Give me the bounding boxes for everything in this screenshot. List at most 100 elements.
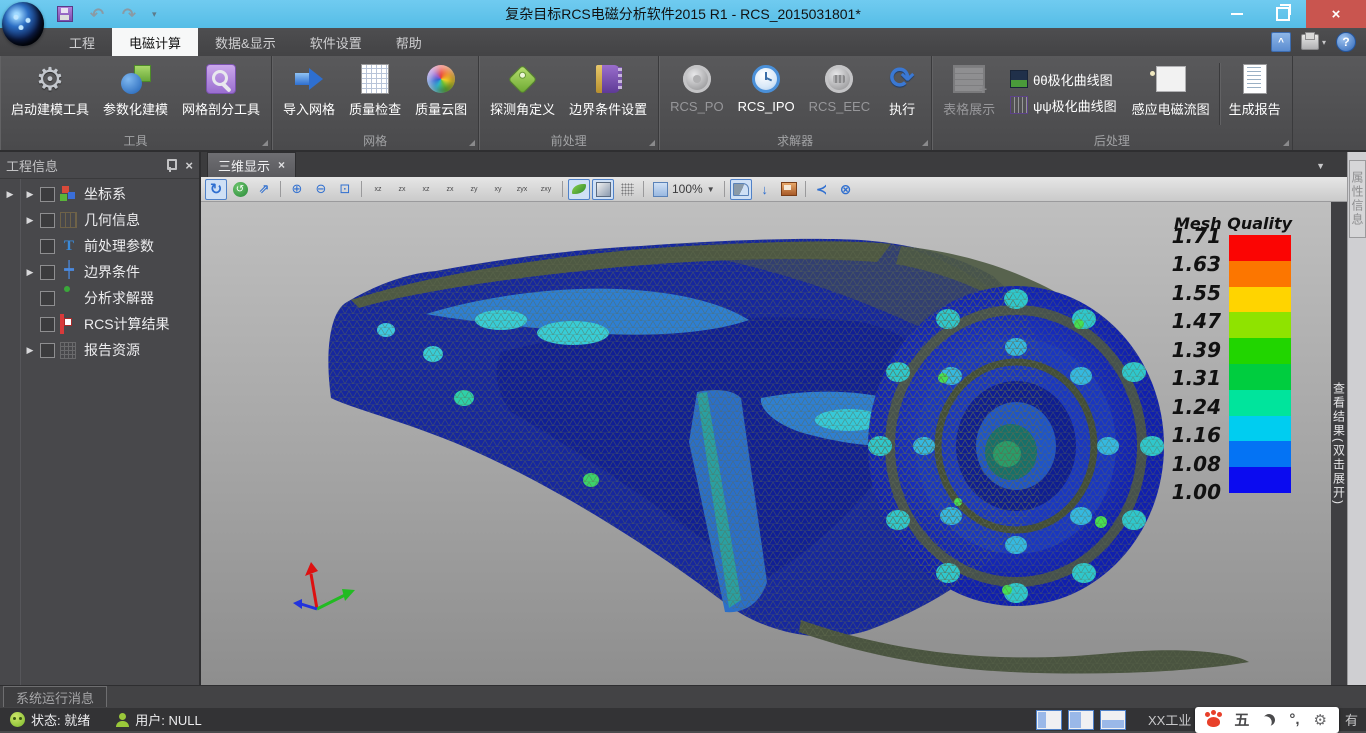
share-button[interactable]: ≺ — [811, 179, 833, 200]
tab-close-icon[interactable]: × — [278, 158, 285, 172]
execute-button[interactable]: ⟳ 执行 — [877, 59, 927, 120]
psi-polar-curve-button[interactable]: ψψ极化曲线图 — [1002, 92, 1125, 118]
view-top-button[interactable]: zy — [463, 179, 485, 200]
clear-view-button[interactable]: ⊗ — [835, 179, 857, 200]
rainbow-sphere-icon — [427, 65, 455, 93]
expander-icon[interactable]: ▶ — [20, 267, 40, 278]
checkbox[interactable] — [40, 317, 55, 332]
tree-item-preprocess-params[interactable]: T 前处理参数 — [0, 233, 199, 259]
tab-system-messages[interactable]: 系统运行消息 — [3, 686, 107, 707]
zoom-out-button[interactable]: ⊖ — [310, 179, 332, 200]
section-view-button[interactable] — [730, 179, 752, 200]
view-left-button[interactable]: xz — [415, 179, 437, 200]
boundary-condition-button[interactable]: 边界条件设置 — [562, 59, 654, 120]
view-back-button[interactable]: zx — [391, 179, 413, 200]
group-expand-icon[interactable] — [262, 140, 268, 146]
view-front-button[interactable]: xz — [367, 179, 389, 200]
style-switch-button[interactable]: ▾ — [1301, 34, 1326, 50]
surface-render-button[interactable] — [592, 179, 614, 200]
app-logo-icon[interactable] — [2, 2, 44, 46]
tree-item-coordinate-system[interactable]: ▶ ▶ 坐标系 — [0, 181, 199, 207]
restore-button[interactable] — [1260, 0, 1306, 28]
parametric-modeling-button[interactable]: 参数化建模 — [96, 59, 175, 120]
rcs-eec-button[interactable]: RCS_EEC — [802, 59, 877, 116]
group-expand-icon[interactable] — [649, 140, 655, 146]
undo-button[interactable]: ↶ — [88, 5, 106, 23]
view-iso1-button[interactable]: zyx — [511, 179, 533, 200]
layout-left-button[interactable] — [1036, 710, 1062, 730]
panel-close-icon[interactable]: × — [185, 158, 193, 173]
qat-dropdown-icon[interactable]: ▾ — [152, 9, 157, 20]
rcs-po-button[interactable]: RCS_PO — [663, 59, 730, 116]
curve-icon — [733, 183, 749, 196]
minimize-button[interactable] — [1214, 0, 1260, 28]
induced-current-map-button[interactable]: 感应电磁流图 — [1125, 59, 1217, 120]
zoom-fit-button[interactable]: ⊡ — [334, 179, 356, 200]
tree-item-boundary-condition[interactable]: ▶ ┿ 边界条件 — [0, 259, 199, 285]
layout-wide-button[interactable] — [1068, 710, 1094, 730]
group-expand-icon[interactable] — [469, 140, 475, 146]
checkbox[interactable] — [40, 265, 55, 280]
generate-report-button[interactable]: 生成报告 — [1222, 59, 1288, 120]
quality-check-button[interactable]: 质量检查 — [342, 59, 408, 120]
tab-project[interactable]: 工程 — [52, 28, 112, 56]
root-expander-icon[interactable]: ▶ — [0, 189, 20, 200]
tab-3d-display[interactable]: 三维显示 × — [207, 152, 296, 177]
tree-item-report-resources[interactable]: ▶ 报告资源 — [0, 337, 199, 363]
pin-icon[interactable] — [163, 158, 177, 172]
tree-item-analysis-solver[interactable]: 分析求解器 — [0, 285, 199, 311]
expander-icon[interactable]: ▶ — [20, 345, 40, 356]
orbit-tool-button[interactable]: ↺ — [229, 179, 251, 200]
import-mesh-button[interactable]: 导入网格 — [276, 59, 342, 120]
layout-bottom-button[interactable] — [1100, 710, 1126, 730]
ime-moon-icon[interactable] — [1261, 711, 1278, 728]
checkbox[interactable] — [40, 291, 55, 306]
ribbon-collapse-button[interactable]: ^ — [1271, 32, 1291, 52]
pan-tool-button[interactable]: ⇗ — [253, 179, 275, 200]
view-right-button[interactable]: zx — [439, 179, 461, 200]
tab-help[interactable]: 帮助 — [379, 28, 439, 56]
checkbox[interactable] — [40, 239, 55, 254]
launch-modeling-tool-button[interactable]: ⚙ 启动建模工具 — [4, 59, 96, 120]
ime-punct-button[interactable]: °, — [1289, 711, 1299, 728]
view-bottom-button[interactable]: xy — [487, 179, 509, 200]
view-iso2-button[interactable]: zxy — [535, 179, 557, 200]
expander-icon[interactable]: ▶ — [20, 215, 40, 226]
tree-item-geometry-info[interactable]: ▶ 几何信息 — [0, 207, 199, 233]
group-expand-icon[interactable] — [1283, 140, 1289, 146]
save-icon — [57, 6, 73, 22]
table-display-button[interactable]: 表格展示 — [936, 59, 1002, 120]
probe-angle-button[interactable]: 探测角定义 — [483, 59, 562, 120]
rotate-tool-button[interactable]: ↻ — [205, 179, 227, 200]
theta-polar-curve-button[interactable]: θθ极化曲线图 — [1002, 66, 1125, 92]
redo-button[interactable]: ↷ — [120, 5, 138, 23]
ime-gear-icon[interactable]: ⚙ — [1314, 711, 1327, 729]
export-view-button[interactable]: ↓ — [754, 179, 776, 200]
shaded-render-button[interactable] — [568, 179, 590, 200]
rcs-ipo-button[interactable]: RCS_IPO — [731, 59, 802, 116]
ime-paw-icon[interactable] — [1207, 717, 1220, 727]
group-expand-icon[interactable] — [922, 140, 928, 146]
tab-software-settings[interactable]: 软件设置 — [293, 28, 379, 56]
tab-overflow-icon[interactable]: ▼ — [1316, 161, 1325, 171]
checkbox[interactable] — [40, 343, 55, 358]
help-button[interactable]: ? — [1336, 32, 1356, 52]
save-button[interactable] — [56, 5, 74, 23]
ime-mode-button[interactable]: 五 — [1234, 709, 1249, 730]
close-button[interactable]: × — [1306, 0, 1366, 28]
results-strip-tab[interactable]: 查看结果(双击展开) — [1331, 202, 1347, 685]
zoom-in-button[interactable]: ⊕ — [286, 179, 308, 200]
tab-em-computation[interactable]: 电磁计算 — [112, 28, 198, 56]
tab-data-display[interactable]: 数据&显示 — [198, 28, 293, 56]
checkbox[interactable] — [40, 213, 55, 228]
tree-item-rcs-results[interactable]: RCS计算结果 — [0, 311, 199, 337]
tab-property-info[interactable]: 属性信息 — [1349, 160, 1366, 238]
quality-contour-button[interactable]: 质量云图 — [408, 59, 474, 120]
checkbox[interactable] — [40, 187, 55, 202]
expander-icon[interactable]: ▶ — [20, 189, 40, 200]
meshing-tool-button[interactable]: 网格剖分工具 — [175, 59, 267, 120]
wireframe-render-button[interactable] — [616, 179, 638, 200]
viewport-3d[interactable]: Mesh Quality 1.711.63 1.551.47 1.391.31 … — [201, 202, 1331, 685]
zoom-level-select[interactable]: 100% ▼ — [649, 182, 719, 197]
copy-image-button[interactable] — [778, 179, 800, 200]
